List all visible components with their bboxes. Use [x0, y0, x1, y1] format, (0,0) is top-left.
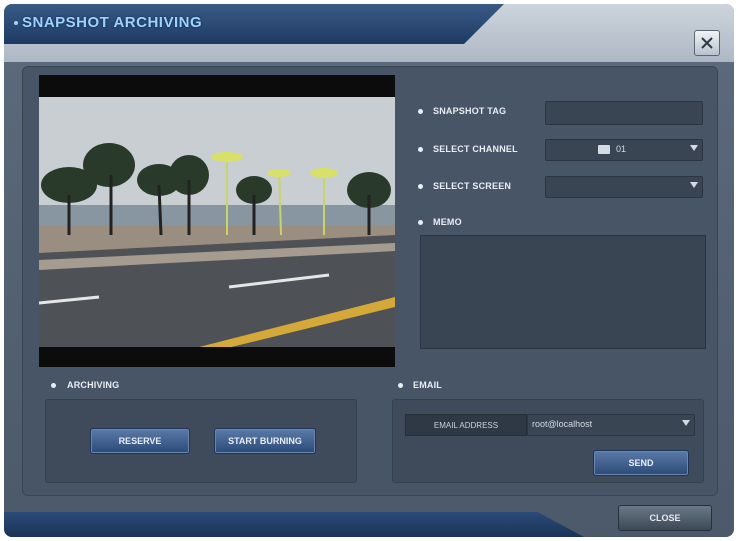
bullet-icon	[418, 147, 423, 152]
email-address-dropdown[interactable]: root@localhost	[527, 414, 695, 436]
memo-label: MEMO	[433, 217, 462, 227]
close-icon[interactable]	[694, 30, 720, 56]
email-panel: EMAIL ADDRESS root@localhost SEND	[392, 399, 704, 483]
select-channel-label: SELECT CHANNEL	[433, 144, 518, 154]
select-screen-dropdown[interactable]	[545, 176, 703, 198]
snapshot-archiving-window: SNAPSHOT ARCHIVING SNAPSHOT TAG SELECT C…	[4, 4, 734, 537]
bullet-icon	[418, 184, 423, 189]
chevron-down-icon	[690, 145, 698, 151]
camera-icon	[598, 145, 610, 154]
close-button[interactable]: CLOSE	[618, 505, 712, 531]
window-title: SNAPSHOT ARCHIVING	[22, 14, 203, 31]
bullet-icon	[398, 383, 403, 388]
snapshot-preview	[39, 75, 395, 367]
title-dot-icon	[14, 21, 18, 25]
bullet-icon	[418, 220, 423, 225]
reserve-button[interactable]: RESERVE	[90, 428, 190, 454]
email-address-label: EMAIL ADDRESS	[405, 414, 527, 436]
memo-textarea[interactable]	[420, 235, 706, 349]
select-channel-dropdown[interactable]: 01	[545, 139, 703, 161]
chevron-down-icon	[690, 182, 698, 188]
archiving-label: ARCHIVING	[67, 380, 120, 390]
select-screen-label: SELECT SCREEN	[433, 181, 512, 191]
title-bar: SNAPSHOT ARCHIVING	[4, 4, 734, 62]
snapshot-tag-label: SNAPSHOT TAG	[433, 106, 507, 116]
send-button[interactable]: SEND	[593, 450, 689, 476]
bullet-icon	[418, 109, 423, 114]
snapshot-tag-input[interactable]	[545, 101, 703, 125]
select-channel-value: 01	[616, 144, 627, 154]
chevron-down-icon	[682, 420, 690, 426]
email-label: EMAIL	[413, 380, 442, 390]
archiving-panel: RESERVE START BURNING	[45, 399, 357, 483]
content-area: SNAPSHOT TAG SELECT CHANNEL 01 SELECT SC…	[22, 66, 718, 496]
bullet-icon	[51, 383, 56, 388]
email-address-value: root@localhost	[532, 419, 593, 429]
start-burning-button[interactable]: START BURNING	[214, 428, 316, 454]
